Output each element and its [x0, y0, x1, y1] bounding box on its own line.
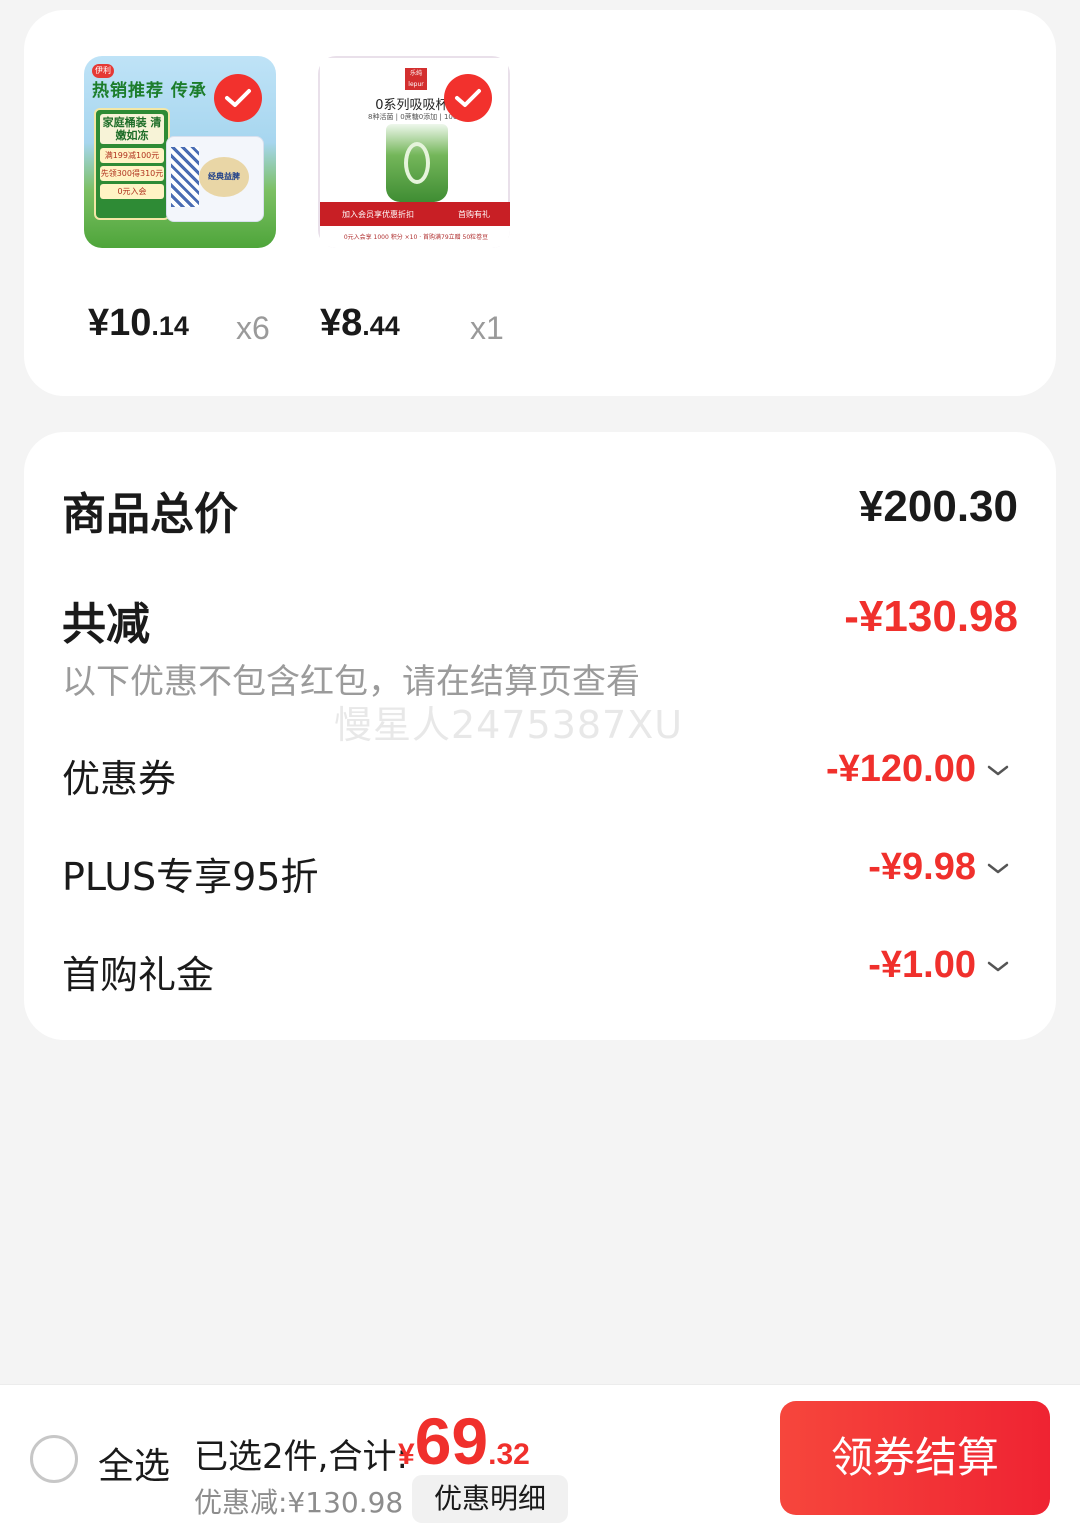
- promo-strip: 加入会员享优惠折扣 首购有礼: [320, 202, 510, 226]
- coupon-label[interactable]: 优惠券: [62, 748, 176, 803]
- promo-strip-right: 首购有礼: [458, 209, 490, 219]
- selected-count-text: 已选2件,合计:: [194, 1437, 408, 1477]
- chevron-down-icon[interactable]: [986, 960, 1010, 974]
- watermark: 慢星人2475387XU: [334, 703, 684, 747]
- product-price: ¥8.44: [320, 302, 400, 345]
- total-discount-value: -¥130.98: [844, 592, 1018, 641]
- price-integer: ¥8: [320, 302, 363, 344]
- checkout-bar: 全选 已选2件,合计: ¥69.32 优惠减:¥130.98 优惠明细 领券结算: [0, 1384, 1080, 1533]
- chevron-down-icon[interactable]: [986, 764, 1010, 778]
- grand-total-currency: ¥: [398, 1438, 415, 1471]
- image-footer: 0元入会享 1000 积分 ×10 · 首购满79立赠 50粒卷豆: [320, 226, 510, 248]
- promo-panel-title: 家庭桶装 清嫩如冻: [100, 114, 164, 144]
- brand-logo: 乐纯 lepur: [405, 68, 427, 90]
- first-purchase-gift-label[interactable]: 首购礼金: [62, 944, 214, 999]
- product-thumbnail[interactable]: 乐纯 lepur 0系列吸吸杯1 8种活菌 | 0蔗糖0添加 | 100% 加入…: [318, 56, 510, 248]
- plus-discount-value[interactable]: -¥9.98: [868, 846, 976, 889]
- select-all-label[interactable]: 全选: [98, 1437, 170, 1489]
- product-thumbnail[interactable]: 伊利 热销推荐 传承 家庭桶装 清嫩如冻 满199减100元 先领300得310…: [84, 56, 276, 248]
- grand-total-decimal: .32: [488, 1438, 530, 1471]
- product-price: ¥10.14: [88, 302, 189, 345]
- grand-total: ¥69.32: [398, 1403, 530, 1479]
- selected-check-icon[interactable]: [444, 74, 492, 122]
- promo-panel-line: 0元入会: [100, 184, 164, 199]
- total-price-value: ¥200.30: [858, 482, 1018, 531]
- tub-label: 经典益脾: [199, 157, 249, 197]
- chevron-down-icon[interactable]: [986, 862, 1010, 876]
- product-quantity: x6: [236, 310, 270, 346]
- product-cup: [386, 124, 448, 202]
- coupon-value[interactable]: -¥120.00: [826, 748, 976, 791]
- grand-total-integer: 69: [414, 1404, 489, 1478]
- product-quantity: x1: [470, 310, 504, 346]
- total-discount-label: 共减: [62, 599, 150, 650]
- price-decimal: .14: [151, 311, 189, 341]
- price-integer: ¥10: [88, 302, 152, 344]
- saved-amount: 优惠减:¥130.98: [194, 1486, 404, 1519]
- checkout-button[interactable]: 领券结算: [780, 1401, 1050, 1515]
- product-tub: 经典益脾: [166, 136, 264, 222]
- image-banner-text: 热销推荐 传承: [92, 81, 207, 101]
- select-all-radio[interactable]: [30, 1435, 78, 1483]
- promo-panel-line: 满199减100元: [100, 148, 164, 163]
- promo-panel: 家庭桶装 清嫩如冻 满199减100元 先领300得310元 0元入会: [94, 108, 170, 220]
- total-price-label: 商品总价: [62, 489, 238, 540]
- discount-detail-button[interactable]: 优惠明细: [412, 1475, 568, 1523]
- selected-products-card: 伊利 热销推荐 传承 家庭桶装 清嫩如冻 满199减100元 先领300得310…: [24, 10, 1056, 396]
- promo-panel-line: 先领300得310元: [100, 166, 164, 181]
- tub-pattern: [171, 147, 199, 207]
- promo-strip-left: 加入会员享优惠折扣: [342, 209, 414, 219]
- plus-discount-label[interactable]: PLUS专享95折: [62, 846, 318, 901]
- first-purchase-gift-value[interactable]: -¥1.00: [868, 944, 976, 987]
- price-decimal: .44: [362, 311, 400, 341]
- zero-mark: [404, 142, 430, 184]
- selected-check-icon[interactable]: [214, 74, 262, 122]
- price-summary-card: 商品总价 ¥200.30 共减 -¥130.98 以下优惠不包含红包，请在结算页…: [24, 432, 1056, 1040]
